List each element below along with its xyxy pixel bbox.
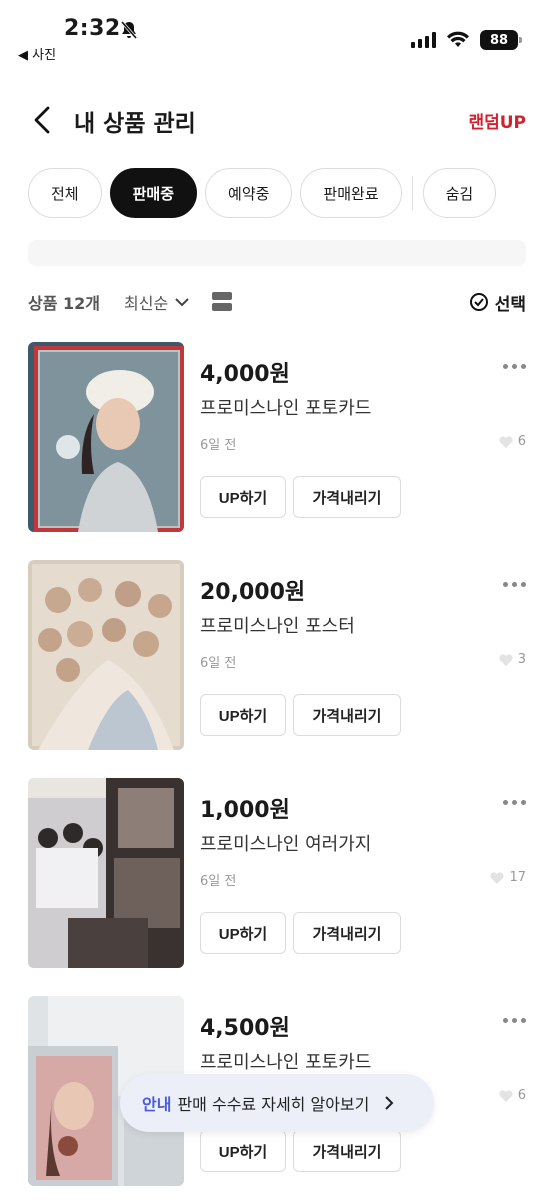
heart-icon <box>490 871 505 884</box>
item-price: 4,500원 <box>200 1016 290 1041</box>
item-name[interactable]: 프로미스나인 포토카드 <box>200 394 371 420</box>
item-likes: 17 <box>489 870 526 885</box>
list-item[interactable]: 20,000원 프로미스나인 포스터 6일 전 3 UP하기 가격내리기 <box>28 560 526 750</box>
status-filter-tabs: 전체 판매중 예약중 판매완료 숨김 <box>28 168 497 218</box>
list-item[interactable]: 4,000원 프로미스나인 포토카드 6일 전 6 UP하기 가격내리기 <box>28 342 526 532</box>
select-label: 선택 <box>494 294 526 315</box>
tab-reserved[interactable]: 예약중 <box>205 168 293 218</box>
toast-text: 판매 수수료 자세히 알아보기 <box>177 1095 370 1114</box>
up-button[interactable]: UP하기 <box>200 694 286 736</box>
more-options-icon[interactable] <box>503 800 526 805</box>
tab-divider <box>411 176 413 210</box>
bell-off-icon <box>120 21 138 39</box>
status-bar: 2:32 ◀ 사진 88 <box>0 0 554 70</box>
heart-icon <box>499 653 513 666</box>
status-indicators: 88 <box>411 30 522 50</box>
status-time: 2:32 <box>64 16 121 41</box>
heart-icon <box>499 435 513 448</box>
fee-info-toast[interactable]: 안내 판매 수수료 자세히 알아보기 <box>120 1074 434 1132</box>
item-price: 1,000원 <box>200 798 290 823</box>
tab-on-sale[interactable]: 판매중 <box>109 168 198 218</box>
select-button[interactable]: 선택 <box>469 290 526 315</box>
back-to-app-link[interactable]: ◀ 사진 <box>18 44 56 63</box>
signal-icon <box>411 32 436 48</box>
more-options-icon[interactable] <box>503 1018 526 1023</box>
lower-price-button[interactable]: 가격내리기 <box>293 912 401 954</box>
check-circle-icon <box>469 293 488 311</box>
sort-dropdown[interactable]: 최신순 <box>124 290 190 314</box>
item-date: 6일 전 <box>200 656 237 671</box>
back-arrow-icon[interactable] <box>28 100 60 140</box>
item-name[interactable]: 프로미스나인 포스터 <box>200 612 355 638</box>
wifi-icon <box>447 31 469 47</box>
item-price: 4,000원 <box>200 362 290 387</box>
lower-price-button[interactable]: 가격내리기 <box>293 476 401 518</box>
list-item[interactable]: 1,000원 프로미스나인 여러가지 6일 전 17 UP하기 가격내리기 <box>28 778 526 968</box>
view-mode-icon[interactable] <box>212 292 233 312</box>
item-name[interactable]: 프로미스나인 여러가지 <box>200 830 371 856</box>
random-up-button[interactable]: 랜덤UP <box>468 108 526 133</box>
product-count: 상품 12개 <box>28 294 100 313</box>
page-header: 내 상품 관리 랜덤UP <box>0 96 554 144</box>
list-toolbar: 상품 12개 최신순 선택 <box>28 286 526 318</box>
up-button[interactable]: UP하기 <box>200 1130 286 1172</box>
banner-placeholder <box>28 240 526 266</box>
item-likes: 3 <box>498 652 526 667</box>
heart-icon <box>499 1089 513 1102</box>
more-options-icon[interactable] <box>503 364 526 369</box>
up-button[interactable]: UP하기 <box>200 476 286 518</box>
product-photo[interactable] <box>28 778 184 968</box>
battery-indicator: 88 <box>480 30 522 50</box>
item-price: 20,000원 <box>200 580 306 605</box>
item-likes: 6 <box>498 434 526 449</box>
page-title: 내 상품 관리 <box>74 111 196 137</box>
item-name[interactable]: 프로미스나인 포토카드 <box>200 1048 371 1074</box>
lower-price-button[interactable]: 가격내리기 <box>293 1130 401 1172</box>
up-button[interactable]: UP하기 <box>200 912 286 954</box>
item-likes: 6 <box>498 1088 526 1103</box>
item-date: 6일 전 <box>200 438 237 453</box>
chevron-down-icon <box>175 298 189 307</box>
product-photo[interactable] <box>28 560 184 750</box>
tab-hidden[interactable]: 숨김 <box>422 168 497 218</box>
chevron-right-icon <box>385 1096 394 1110</box>
more-options-icon[interactable] <box>503 582 526 587</box>
sort-label: 최신순 <box>124 294 169 313</box>
toast-tag: 안내 <box>142 1095 172 1114</box>
item-date: 6일 전 <box>200 874 237 889</box>
product-photo[interactable] <box>28 342 184 532</box>
tab-sold[interactable]: 판매완료 <box>300 168 402 218</box>
tab-all[interactable]: 전체 <box>28 168 102 218</box>
lower-price-button[interactable]: 가격내리기 <box>293 694 401 736</box>
